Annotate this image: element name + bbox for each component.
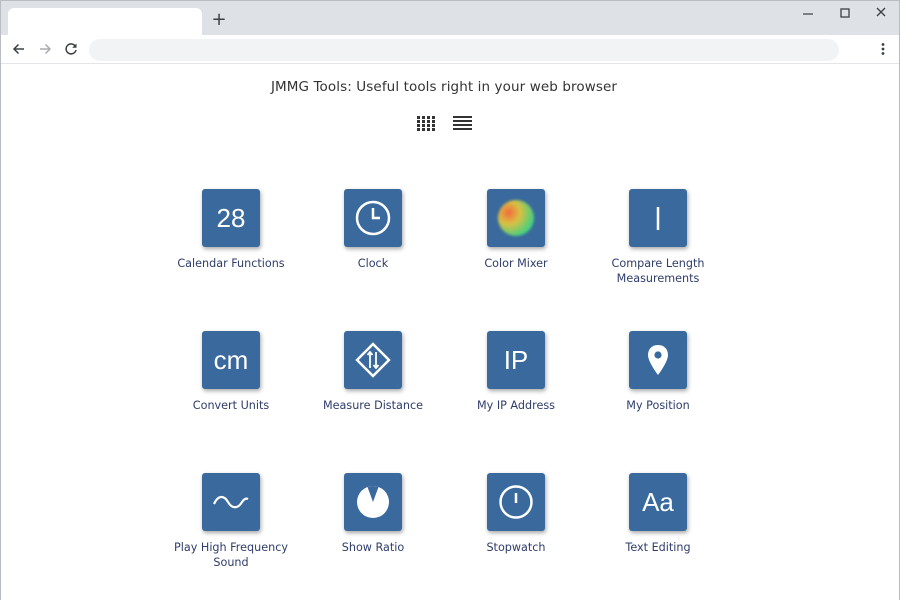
minimize-icon[interactable] <box>796 5 820 23</box>
measure-distance-icon[interactable] <box>344 331 402 389</box>
tool-my-ip-address[interactable]: IP My IP Address <box>446 331 586 413</box>
tool-stopwatch[interactable]: Stopwatch <box>446 473 586 555</box>
tool-label[interactable]: My Position <box>588 398 728 413</box>
page-content: JMMG Tools: Useful tools right in your w… <box>1 65 899 600</box>
color-mixer-icon[interactable] <box>487 189 545 247</box>
browser-window: + JMMG Tools: Useful tools right in your… <box>0 0 900 600</box>
tool-label[interactable]: Color Mixer <box>446 256 586 271</box>
page-title: JMMG Tools: Useful tools right in your w… <box>270 79 618 95</box>
tool-show-ratio[interactable]: Show Ratio <box>303 473 443 555</box>
text-aa-icon[interactable]: Aa <box>629 473 687 531</box>
tool-label[interactable]: Calendar Functions <box>161 256 301 271</box>
stopwatch-icon[interactable] <box>487 473 545 531</box>
calendar-28-icon[interactable]: 28 <box>202 189 260 247</box>
tool-label[interactable]: Compare Length Measurements <box>588 256 728 286</box>
forward-arrow-icon[interactable] <box>35 39 55 59</box>
tool-label[interactable]: Clock <box>303 256 443 271</box>
reload-icon[interactable] <box>61 39 81 59</box>
tool-label[interactable]: My IP Address <box>446 398 586 413</box>
kebab-menu-icon[interactable] <box>874 39 892 59</box>
tool-label[interactable]: Stopwatch <box>446 540 586 555</box>
new-tab-button[interactable]: + <box>209 10 229 30</box>
browser-tab[interactable] <box>8 8 202 35</box>
browser-toolbar <box>1 35 899 64</box>
back-arrow-icon[interactable] <box>9 39 29 59</box>
close-icon[interactable] <box>869 5 893 23</box>
tool-label[interactable]: Show Ratio <box>303 540 443 555</box>
tool-label[interactable]: Measure Distance <box>303 398 443 413</box>
clock-icon[interactable] <box>344 189 402 247</box>
maximize-icon[interactable] <box>833 5 857 23</box>
address-bar[interactable] <box>89 39 839 61</box>
tool-high-frequency-sound[interactable]: Play High Frequency Sound <box>161 473 301 570</box>
tool-clock[interactable]: Clock <box>303 189 443 271</box>
tool-label[interactable]: Text Editing <box>588 540 728 555</box>
sine-wave-icon[interactable] <box>202 473 260 531</box>
length-bar-icon[interactable] <box>629 189 687 247</box>
tool-color-mixer[interactable]: Color Mixer <box>446 189 586 271</box>
location-pin-icon[interactable] <box>629 331 687 389</box>
tool-label[interactable]: Play High Frequency Sound <box>161 540 301 570</box>
list-view-icon[interactable] <box>452 115 474 133</box>
tab-strip: + <box>1 1 899 35</box>
pie-ratio-icon[interactable] <box>344 473 402 531</box>
tool-text-editing[interactable]: Aa Text Editing <box>588 473 728 555</box>
tool-calendar-functions[interactable]: 28 Calendar Functions <box>161 189 301 271</box>
grid-view-icon[interactable] <box>416 115 438 133</box>
cm-icon[interactable]: cm <box>202 331 260 389</box>
tool-my-position[interactable]: My Position <box>588 331 728 413</box>
ip-icon[interactable]: IP <box>487 331 545 389</box>
tool-convert-units[interactable]: cm Convert Units <box>161 331 301 413</box>
tool-label[interactable]: Convert Units <box>161 398 301 413</box>
tool-measure-distance[interactable]: Measure Distance <box>303 331 443 413</box>
tool-compare-length[interactable]: Compare Length Measurements <box>588 189 728 286</box>
